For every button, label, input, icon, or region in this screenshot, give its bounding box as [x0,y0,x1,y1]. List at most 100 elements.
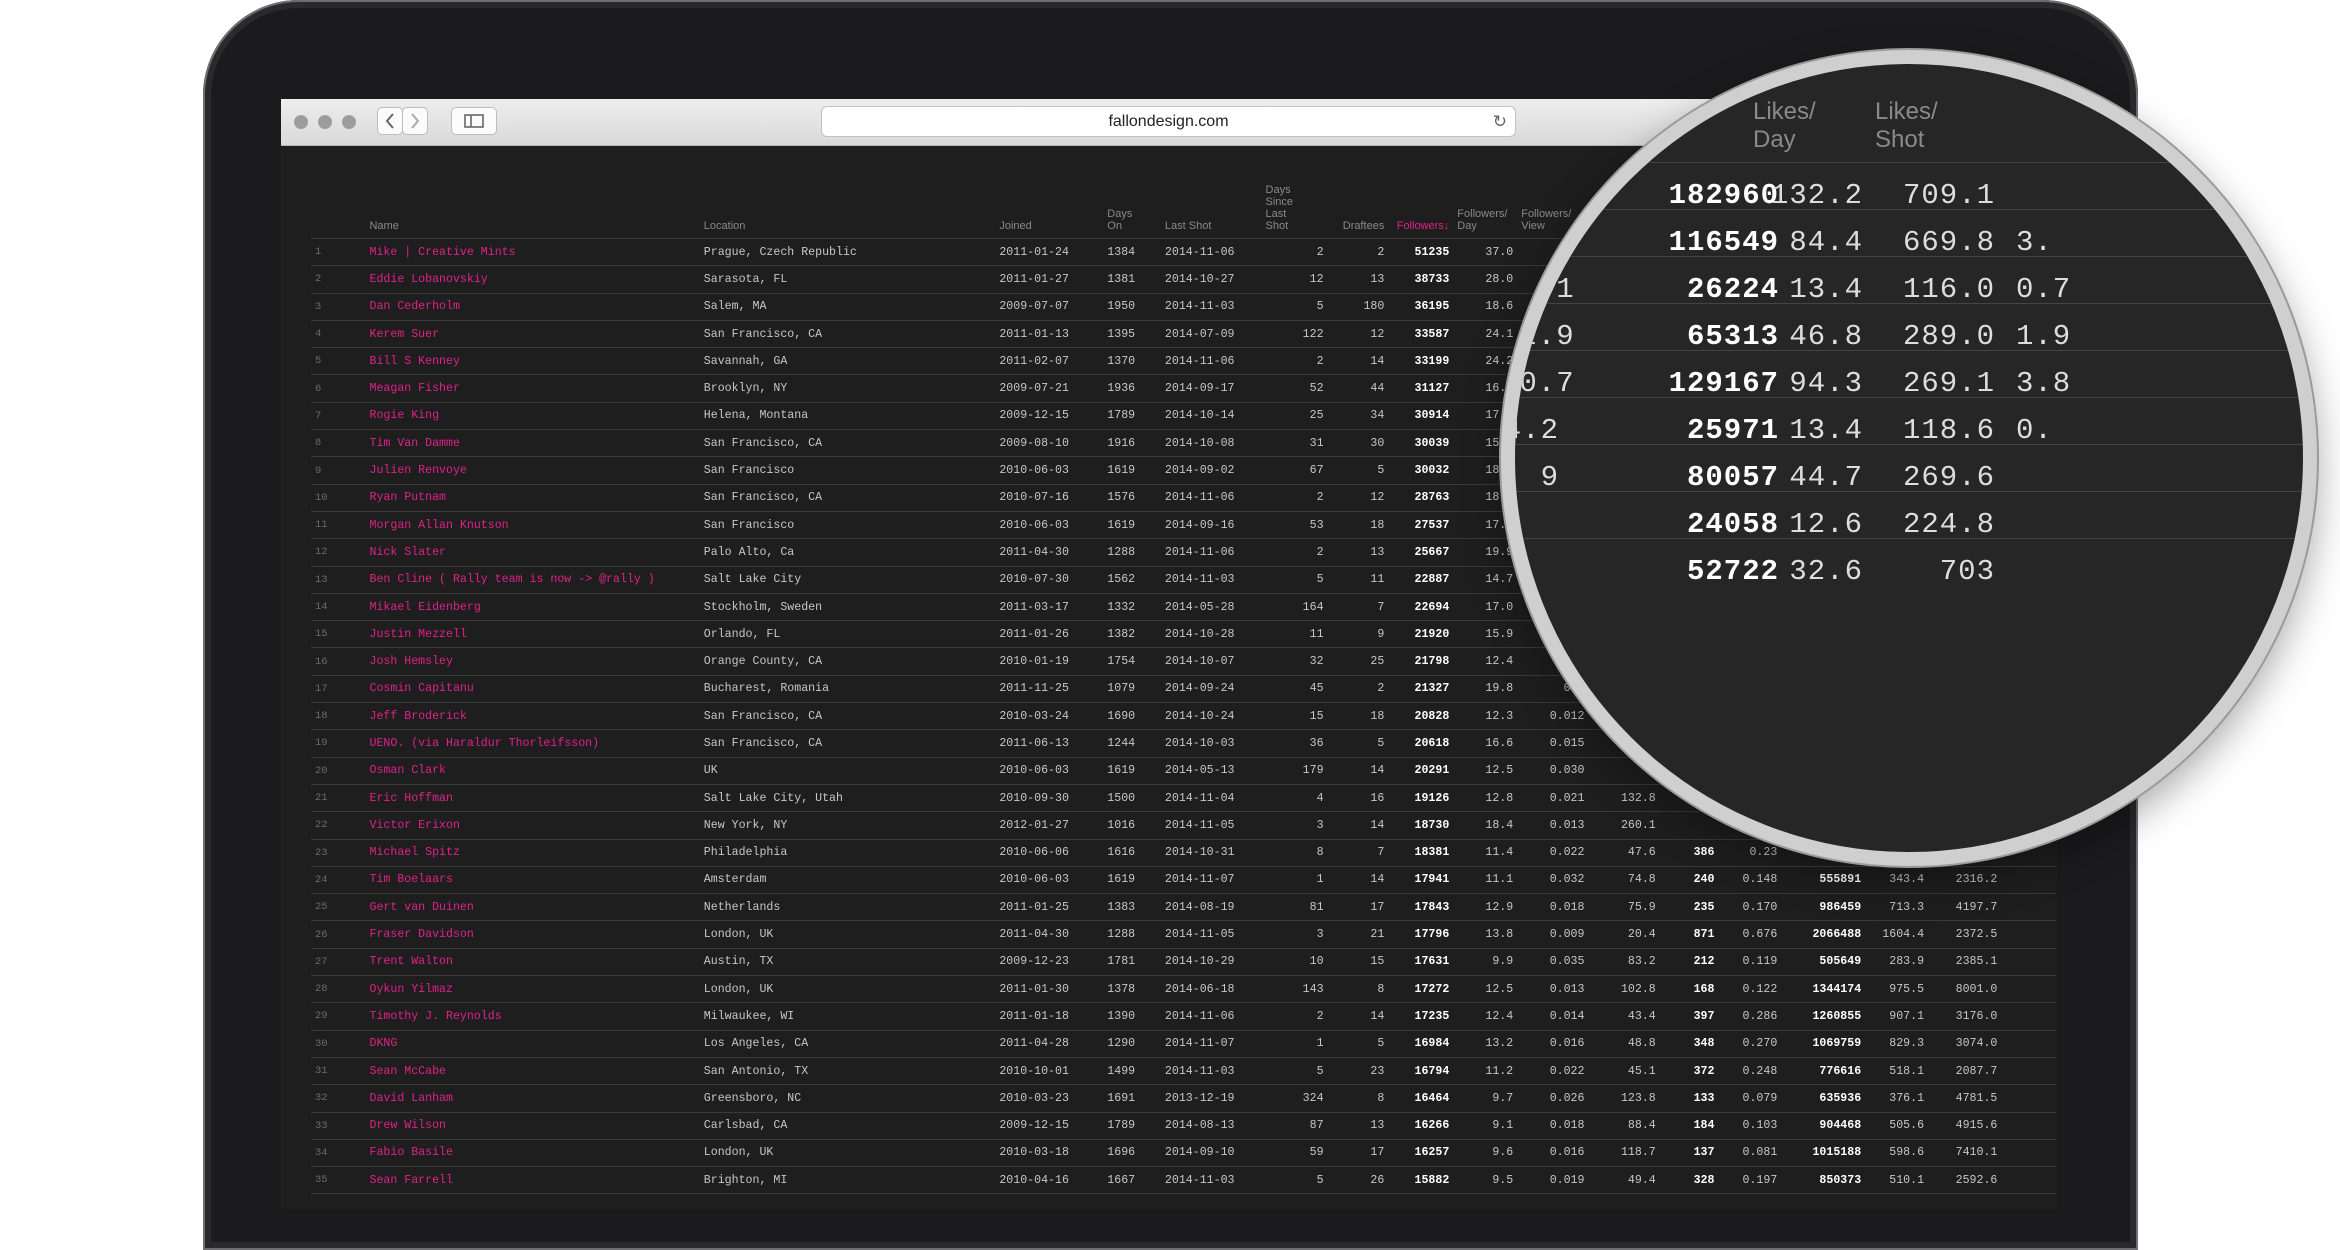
col-17-cell [2001,893,2056,922]
days-since-cell: 12 [1261,265,1328,294]
address-bar[interactable]: fallondesign.com ↻ [821,106,1516,137]
days-on-cell: 1383 [1103,893,1161,922]
followers-day-cell: 9.6 [1453,1139,1518,1168]
row-index: 1 [311,238,366,267]
location-cell: Austin, TX [699,948,996,977]
header-name[interactable]: Name [365,184,700,239]
col-17-cell [2001,1112,2056,1140]
user-name-link[interactable]: Eric Hoffman [365,784,700,813]
user-name-link[interactable]: Oykun Yilmaz [365,975,700,1004]
draftees-cell: 21 [1327,920,1389,949]
user-name-link[interactable]: Fabio Basile [365,1139,700,1168]
last-shot-cell: 2014-10-27 [1160,265,1262,294]
days-since-cell: 143 [1261,975,1328,1004]
user-name-link[interactable]: Bill S Kenney [365,347,700,376]
user-name-link[interactable]: Sean McCabe [365,1057,700,1086]
user-name-link[interactable]: Trent Walton [365,948,700,977]
followers-cell: 33199 [1388,347,1454,376]
col-15-cell: 518.1 [1865,1057,1929,1086]
last-shot-cell: 2014-08-19 [1160,893,1262,922]
col-14-cell: 1260855 [1781,1002,1866,1031]
user-name-link[interactable]: Nick Slater [365,538,700,567]
lens-cell-likes-shot: 116.0 [1902,273,1995,306]
user-name-link[interactable]: DKNG [365,1030,700,1058]
user-name-link[interactable]: Timothy J. Reynolds [365,1002,700,1031]
user-name-link[interactable]: UENO. (via Haraldur Thorleifsson) [365,729,700,758]
user-name-link[interactable]: Josh Hemsley [365,647,700,676]
url-text: fallondesign.com [1108,113,1229,130]
minimize-window-button[interactable] [318,115,332,129]
row-index: 14 [311,593,366,622]
days-since-cell: 324 [1261,1084,1328,1113]
header-days-on[interactable]: Days On [1103,184,1161,239]
draftees-cell: 12 [1327,484,1389,512]
col-17-cell [2001,1166,2056,1195]
followers-cell: 25667 [1388,538,1454,567]
user-name-link[interactable]: Meagan Fisher [365,374,700,403]
followers-day-cell: 12.5 [1453,757,1518,785]
followers-cell: 31127 [1388,374,1454,403]
user-name-link[interactable]: Drew Wilson [365,1112,700,1140]
user-name-link[interactable]: Justin Mezzell [365,620,700,649]
location-cell: San Francisco, CA [699,429,996,458]
zoom-window-button[interactable] [342,115,356,129]
followers-cell: 19126 [1388,784,1454,813]
lens-cell-likes-day: 44.7 [1789,461,1863,494]
user-name-link[interactable]: Morgan Allan Knutson [365,511,700,540]
col-13-cell: 0.197 [1718,1166,1782,1195]
user-name-link[interactable]: Cosmin Capitanu [365,675,700,704]
user-name-link[interactable]: Tim Van Damme [365,429,700,458]
user-name-link[interactable]: Jeff Broderick [365,702,700,731]
table-row: 24 Tim Boelaars Amsterdam 2010-06-03 1619 201… [311,866,2056,895]
col-17-cell [2001,1002,2056,1031]
user-name-link[interactable]: Kerem Suer [365,320,700,349]
user-name-link[interactable]: Tim Boelaars [365,866,700,895]
close-window-button[interactable] [294,115,308,129]
last-shot-cell: 2014-10-24 [1160,702,1262,731]
followers-cell: 38733 [1388,265,1454,294]
user-name-link[interactable]: Michael Spitz [365,839,700,867]
user-name-link[interactable]: Mike | Creative Mints [365,238,700,267]
header-days-since[interactable]: Days Since Last Shot [1261,184,1328,239]
user-name-link[interactable]: Dan Cederholm [365,293,700,321]
header-followers[interactable]: Followers↓ [1388,184,1454,239]
location-cell: Carlsbad, CA [699,1112,996,1140]
row-index: 16 [311,647,366,676]
header-last-shot[interactable]: Last Shot [1160,184,1262,239]
col-16-cell: 2087.7 [1928,1057,2002,1086]
lens-cell-right: 3. [2016,226,2053,259]
back-button[interactable] [377,107,403,135]
user-name-link[interactable]: Mikael Eidenberg [365,593,700,622]
followers-cell: 18730 [1388,811,1454,840]
days-on-cell: 1789 [1103,402,1161,431]
user-name-link[interactable]: Rogie King [365,402,700,431]
days-on-cell: 1619 [1103,456,1161,485]
draftees-cell: 7 [1327,839,1389,867]
header-followers-day[interactable]: Followers/ Day [1453,184,1518,239]
header-location[interactable]: Location [699,184,996,239]
col-17-cell [2001,1139,2056,1168]
user-name-link[interactable]: Ben Cline ( Rally team is now -> @rally … [365,566,700,594]
table-row: 26 Fraser Davidson London, UK 2011-04-30 128… [311,920,2056,949]
header-draftees[interactable]: Draftees [1327,184,1389,239]
user-name-link[interactable]: Sean Farrell [365,1166,700,1195]
reload-icon[interactable]: ↻ [1493,107,1507,136]
user-name-link[interactable]: Gert van Duinen [365,893,700,922]
header-joined[interactable]: Joined [995,184,1104,239]
sidebar-button[interactable] [451,107,497,135]
user-name-link[interactable]: Victor Erixon [365,811,700,840]
user-name-link[interactable]: Osman Clark [365,757,700,785]
row-index: 28 [311,975,366,1004]
joined-cell: 2012-01-27 [995,811,1104,840]
col-15-cell: 598.6 [1865,1139,1929,1168]
user-name-link[interactable]: Eddie Lobanovskiy [365,265,700,294]
table-row: 28 Oykun Yilmaz London, UK 2011-01-30 1378 20… [311,975,2056,1004]
joined-cell: 2009-08-10 [995,429,1104,458]
joined-cell: 2011-01-30 [995,975,1104,1004]
user-name-link[interactable]: David Lanham [365,1084,700,1113]
user-name-link[interactable]: Fraser Davidson [365,920,700,949]
col-16-cell: 4915.6 [1928,1112,2002,1140]
user-name-link[interactable]: Julien Renvoye [365,456,700,485]
forward-button[interactable] [402,107,428,135]
user-name-link[interactable]: Ryan Putnam [365,484,700,512]
